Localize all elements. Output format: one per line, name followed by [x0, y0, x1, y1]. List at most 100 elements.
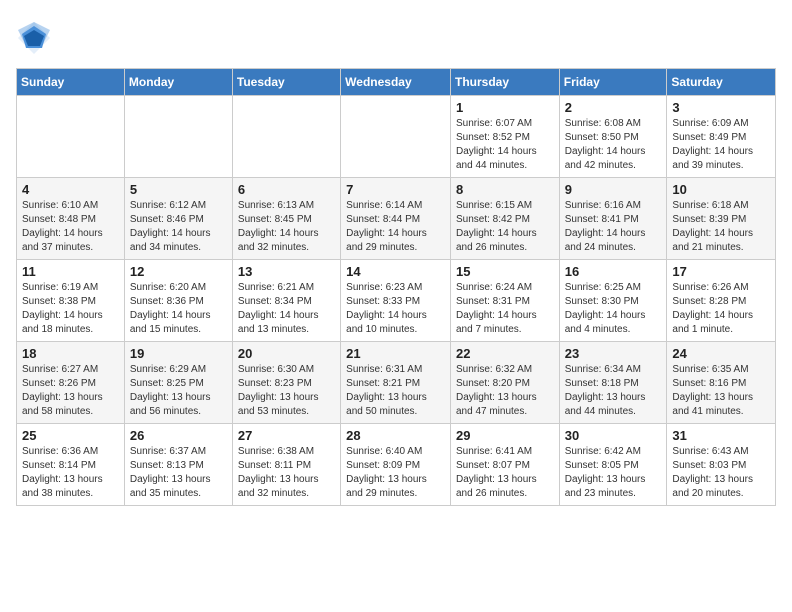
- day-cell: 22 Sunrise: 6:32 AM Sunset: 8:20 PM Dayli…: [450, 342, 559, 424]
- day-number: 26: [130, 428, 227, 443]
- week-row-5: 25 Sunrise: 6:36 AM Sunset: 8:14 PM Dayli…: [17, 424, 776, 506]
- day-cell: 5 Sunrise: 6:12 AM Sunset: 8:46 PM Daylig…: [124, 178, 232, 260]
- day-number: 18: [22, 346, 119, 361]
- day-info: Sunrise: 6:08 AM Sunset: 8:50 PM Dayligh…: [565, 117, 662, 173]
- day-cell: 10 Sunrise: 6:18 AM Sunset: 8:39 PM Dayli…: [667, 178, 776, 260]
- day-cell: 20 Sunrise: 6:30 AM Sunset: 8:23 PM Dayli…: [232, 342, 340, 424]
- day-number: 7: [346, 182, 445, 197]
- day-cell: [17, 96, 125, 178]
- day-number: 16: [565, 264, 662, 279]
- calendar-header-row: SundayMondayTuesdayWednesdayThursdayFrid…: [17, 69, 776, 96]
- day-cell: [341, 96, 451, 178]
- day-number: 5: [130, 182, 227, 197]
- day-info: Sunrise: 6:36 AM Sunset: 8:14 PM Dayligh…: [22, 445, 119, 501]
- day-info: Sunrise: 6:18 AM Sunset: 8:39 PM Dayligh…: [672, 199, 770, 255]
- day-info: Sunrise: 6:35 AM Sunset: 8:16 PM Dayligh…: [672, 363, 770, 419]
- day-info: Sunrise: 6:32 AM Sunset: 8:20 PM Dayligh…: [456, 363, 554, 419]
- day-info: Sunrise: 6:09 AM Sunset: 8:49 PM Dayligh…: [672, 117, 770, 173]
- day-info: Sunrise: 6:20 AM Sunset: 8:36 PM Dayligh…: [130, 281, 227, 337]
- week-row-1: 1 Sunrise: 6:07 AM Sunset: 8:52 PM Daylig…: [17, 96, 776, 178]
- day-number: 1: [456, 100, 554, 115]
- day-number: 23: [565, 346, 662, 361]
- day-cell: 7 Sunrise: 6:14 AM Sunset: 8:44 PM Daylig…: [341, 178, 451, 260]
- day-number: 31: [672, 428, 770, 443]
- day-cell: 31 Sunrise: 6:43 AM Sunset: 8:03 PM Dayli…: [667, 424, 776, 506]
- day-header-saturday: Saturday: [667, 69, 776, 96]
- day-info: Sunrise: 6:40 AM Sunset: 8:09 PM Dayligh…: [346, 445, 445, 501]
- day-cell: 14 Sunrise: 6:23 AM Sunset: 8:33 PM Dayli…: [341, 260, 451, 342]
- day-number: 17: [672, 264, 770, 279]
- day-info: Sunrise: 6:29 AM Sunset: 8:25 PM Dayligh…: [130, 363, 227, 419]
- day-number: 8: [456, 182, 554, 197]
- day-cell: 19 Sunrise: 6:29 AM Sunset: 8:25 PM Dayli…: [124, 342, 232, 424]
- day-number: 22: [456, 346, 554, 361]
- day-number: 28: [346, 428, 445, 443]
- day-info: Sunrise: 6:25 AM Sunset: 8:30 PM Dayligh…: [565, 281, 662, 337]
- day-number: 24: [672, 346, 770, 361]
- day-number: 19: [130, 346, 227, 361]
- day-number: 12: [130, 264, 227, 279]
- day-info: Sunrise: 6:41 AM Sunset: 8:07 PM Dayligh…: [456, 445, 554, 501]
- day-info: Sunrise: 6:13 AM Sunset: 8:45 PM Dayligh…: [238, 199, 335, 255]
- day-info: Sunrise: 6:37 AM Sunset: 8:13 PM Dayligh…: [130, 445, 227, 501]
- day-info: Sunrise: 6:43 AM Sunset: 8:03 PM Dayligh…: [672, 445, 770, 501]
- day-number: 10: [672, 182, 770, 197]
- day-cell: 25 Sunrise: 6:36 AM Sunset: 8:14 PM Dayli…: [17, 424, 125, 506]
- logo: [16, 20, 56, 56]
- day-header-tuesday: Tuesday: [232, 69, 340, 96]
- day-info: Sunrise: 6:23 AM Sunset: 8:33 PM Dayligh…: [346, 281, 445, 337]
- day-number: 13: [238, 264, 335, 279]
- day-info: Sunrise: 6:42 AM Sunset: 8:05 PM Dayligh…: [565, 445, 662, 501]
- day-number: 30: [565, 428, 662, 443]
- day-cell: 27Sunrise: 6:38 AM Sunset: 8:11 PM Dayli…: [232, 424, 340, 506]
- logo-icon: [16, 20, 52, 56]
- day-header-thursday: Thursday: [450, 69, 559, 96]
- day-header-monday: Monday: [124, 69, 232, 96]
- day-cell: [124, 96, 232, 178]
- week-row-2: 4Sunrise: 6:10 AM Sunset: 8:48 PM Daylig…: [17, 178, 776, 260]
- day-info: Sunrise: 6:19 AM Sunset: 8:38 PM Dayligh…: [22, 281, 119, 337]
- day-header-sunday: Sunday: [17, 69, 125, 96]
- day-number: 3: [672, 100, 770, 115]
- day-info: Sunrise: 6:27 AM Sunset: 8:26 PM Dayligh…: [22, 363, 119, 419]
- day-info: Sunrise: 6:34 AM Sunset: 8:18 PM Dayligh…: [565, 363, 662, 419]
- day-info: Sunrise: 6:14 AM Sunset: 8:44 PM Dayligh…: [346, 199, 445, 255]
- day-info: Sunrise: 6:31 AM Sunset: 8:21 PM Dayligh…: [346, 363, 445, 419]
- day-cell: 13Sunrise: 6:21 AM Sunset: 8:34 PM Dayli…: [232, 260, 340, 342]
- day-number: 14: [346, 264, 445, 279]
- day-cell: 2 Sunrise: 6:08 AM Sunset: 8:50 PM Daylig…: [559, 96, 667, 178]
- day-number: 27: [238, 428, 335, 443]
- day-cell: 18 Sunrise: 6:27 AM Sunset: 8:26 PM Dayli…: [17, 342, 125, 424]
- day-number: 15: [456, 264, 554, 279]
- day-info: Sunrise: 6:16 AM Sunset: 8:41 PM Dayligh…: [565, 199, 662, 255]
- day-cell: 17 Sunrise: 6:26 AM Sunset: 8:28 PM Dayli…: [667, 260, 776, 342]
- day-cell: 1 Sunrise: 6:07 AM Sunset: 8:52 PM Daylig…: [450, 96, 559, 178]
- day-cell: 9 Sunrise: 6:16 AM Sunset: 8:41 PM Daylig…: [559, 178, 667, 260]
- day-cell: 15Sunrise: 6:24 AM Sunset: 8:31 PM Dayli…: [450, 260, 559, 342]
- week-row-3: 11Sunrise: 6:19 AM Sunset: 8:38 PM Dayli…: [17, 260, 776, 342]
- calendar: SundayMondayTuesdayWednesdayThursdayFrid…: [16, 68, 776, 506]
- day-info: Sunrise: 6:07 AM Sunset: 8:52 PM Dayligh…: [456, 117, 554, 173]
- day-number: 4: [22, 182, 119, 197]
- day-info: Sunrise: 6:26 AM Sunset: 8:28 PM Dayligh…: [672, 281, 770, 337]
- day-info: Sunrise: 6:12 AM Sunset: 8:46 PM Dayligh…: [130, 199, 227, 255]
- day-number: 2: [565, 100, 662, 115]
- day-cell: 26 Sunrise: 6:37 AM Sunset: 8:13 PM Dayli…: [124, 424, 232, 506]
- day-cell: 29 Sunrise: 6:41 AM Sunset: 8:07 PM Dayli…: [450, 424, 559, 506]
- day-number: 6: [238, 182, 335, 197]
- day-number: 20: [238, 346, 335, 361]
- day-cell: 24 Sunrise: 6:35 AM Sunset: 8:16 PM Dayli…: [667, 342, 776, 424]
- day-info: Sunrise: 6:15 AM Sunset: 8:42 PM Dayligh…: [456, 199, 554, 255]
- day-cell: 30 Sunrise: 6:42 AM Sunset: 8:05 PM Dayli…: [559, 424, 667, 506]
- day-number: 29: [456, 428, 554, 443]
- day-cell: 21Sunrise: 6:31 AM Sunset: 8:21 PM Dayli…: [341, 342, 451, 424]
- day-number: 25: [22, 428, 119, 443]
- day-cell: 11Sunrise: 6:19 AM Sunset: 8:38 PM Dayli…: [17, 260, 125, 342]
- day-info: Sunrise: 6:30 AM Sunset: 8:23 PM Dayligh…: [238, 363, 335, 419]
- week-row-4: 18 Sunrise: 6:27 AM Sunset: 8:26 PM Dayli…: [17, 342, 776, 424]
- day-cell: 23 Sunrise: 6:34 AM Sunset: 8:18 PM Dayli…: [559, 342, 667, 424]
- day-cell: [232, 96, 340, 178]
- day-number: 9: [565, 182, 662, 197]
- day-cell: 6 Sunrise: 6:13 AM Sunset: 8:45 PM Daylig…: [232, 178, 340, 260]
- day-header-friday: Friday: [559, 69, 667, 96]
